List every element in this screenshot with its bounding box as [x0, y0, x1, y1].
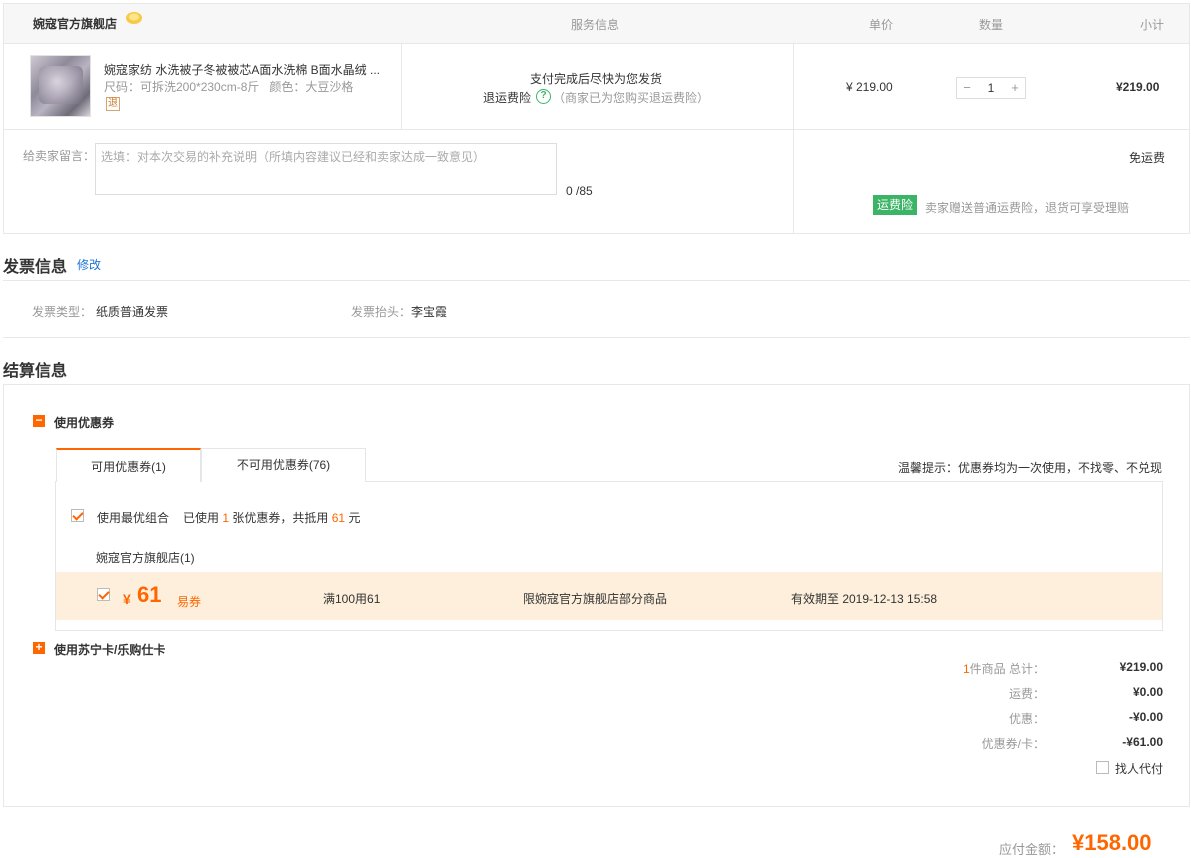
collapse-icon[interactable]: − — [33, 414, 45, 427]
quantity-stepper[interactable]: − 1 + — [956, 77, 1026, 99]
insurance-desc: 卖家赠送普通运费险，退货可享受理赔 — [925, 201, 1130, 215]
summary-shipping: ¥0.00 — [1132, 685, 1163, 699]
shipping-free: 免运费 — [1129, 151, 1166, 165]
best-combo-checkbox[interactable] — [71, 509, 84, 522]
summary-discount-label: 优惠： — [1008, 712, 1045, 726]
coupon-tip: 温馨提示：优惠券均为一次使用，不找零、不兑现 — [898, 461, 1163, 475]
settlement-title: 结算信息 — [3, 363, 68, 380]
quantity-value[interactable]: 1 — [977, 81, 1005, 95]
coupon-amount: 61 — [137, 582, 162, 607]
proxy-pay-label[interactable]: 找人代付 — [1115, 760, 1163, 777]
coupon-type: 易券 — [177, 595, 202, 609]
col-qty: 数量 — [979, 18, 1004, 32]
ship-note: 支付完成后尽快为您发货 — [530, 72, 663, 86]
message-count: 0 /85 — [566, 184, 593, 198]
summary-shipping-label: 运费： — [1008, 687, 1045, 701]
summary-discount: -¥0.00 — [1128, 710, 1163, 724]
item-subtotal: ¥219.00 — [1116, 80, 1160, 94]
invoice-header-value: 李宝霞 — [411, 305, 448, 319]
divider — [401, 44, 402, 130]
unit-price: ¥ 219.00 — [846, 80, 893, 94]
best-combo-label[interactable]: 使用最优组合 — [97, 509, 169, 526]
used-unit: 元 — [348, 511, 361, 525]
col-subtotal: 小计 — [1140, 18, 1165, 32]
used-amount: 61 — [331, 511, 346, 525]
coupon-toggle[interactable]: 使用优惠券 — [54, 414, 114, 431]
product-thumbnail[interactable] — [30, 55, 91, 117]
insurance-label: 退运费险 — [483, 91, 532, 105]
insurance-badge: 运费险 — [873, 195, 917, 215]
coupon-store-group: 婉寇官方旗舰店(1) — [96, 551, 195, 565]
summary-total: ¥219.00 — [1119, 660, 1163, 674]
coupon-checkbox[interactable] — [97, 588, 110, 601]
insurance-note: （商家已为您购买退运费险） — [553, 91, 710, 105]
divider — [793, 44, 794, 234]
used-count: 1 — [222, 511, 230, 525]
used-prefix: 已使用 — [183, 511, 220, 525]
help-icon[interactable]: ? — [536, 89, 551, 104]
expand-icon[interactable]: + — [33, 641, 45, 654]
col-service: 服务信息 — [571, 18, 620, 32]
payable-label: 应付金额： — [999, 842, 1065, 857]
store-name[interactable]: 婉寇官方旗舰店 — [33, 15, 117, 32]
plus-icon[interactable]: + — [1005, 78, 1025, 98]
invoice-type-value: 纸质普通发票 — [96, 305, 169, 319]
summary-coupon: -¥61.00 — [1122, 735, 1163, 749]
divider — [4, 129, 1189, 130]
invoice-title: 发票信息 — [3, 259, 68, 276]
product-title[interactable]: 婉寇家纺 水洗被子冬被被芯A面水洗棉 B面水晶绒 ... — [104, 61, 389, 78]
coupon-usage-summary: 已使用 1 张优惠券，共抵用 61 元 — [183, 509, 360, 526]
summary-count-label: 件商品 总计： — [969, 662, 1045, 676]
proxy-pay-checkbox[interactable] — [1096, 761, 1109, 774]
product-spec: 尺码：可拆洗200*230cm-8斤 颜色：大豆沙格 — [104, 80, 354, 94]
minus-icon[interactable]: − — [957, 78, 977, 98]
coupon-currency: ¥ — [123, 591, 131, 607]
invoice-header-label: 发票抬头： — [351, 305, 412, 319]
col-price: 单价 — [869, 18, 894, 32]
coupon-scope: 限婉寇官方旗舰店部分商品 — [523, 592, 668, 606]
coupon-rule: 满100用61 — [323, 592, 381, 606]
payable-amount: ¥158.00 — [1072, 830, 1152, 855]
invoice-type-label: 发票类型： — [32, 305, 93, 319]
card-toggle[interactable]: 使用苏宁卡/乐购仕卡 — [54, 641, 165, 658]
tab-available-coupons[interactable]: 可用优惠券(1) — [56, 448, 201, 482]
message-label: 给卖家留言： — [23, 149, 96, 163]
tab-unavailable-coupons[interactable]: 不可用优惠券(76) — [201, 448, 366, 482]
invoice-edit-link[interactable]: 修改 — [77, 256, 101, 273]
summary-coupon-label: 优惠券/卡： — [981, 737, 1045, 751]
used-mid: 张优惠券，共抵用 — [232, 511, 329, 525]
summary-count: 1 — [962, 662, 970, 676]
invoice-block — [3, 280, 1190, 338]
summary-count-row: 1件商品 总计： — [945, 660, 1045, 677]
message-input[interactable]: 选填：对本次交易的补充说明（所填内容建议已经和卖家达成一致意见） — [95, 143, 557, 195]
store-badge-icon — [126, 12, 142, 24]
coupon-expiry: 有效期至 2019-12-13 15:58 — [791, 592, 938, 606]
return-tag: 退 — [106, 97, 120, 111]
